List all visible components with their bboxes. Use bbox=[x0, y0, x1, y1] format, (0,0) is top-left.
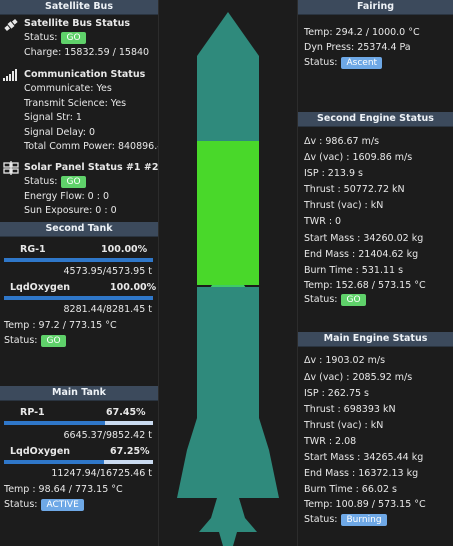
main-engine-burn-time: Burn Time : 66.02 s bbox=[304, 484, 397, 495]
satellite-bus-header: Satellite Bus bbox=[0, 0, 158, 15]
solar-status-row: Status: GO bbox=[24, 176, 86, 188]
signal-strength-value: Signal Str: 1 bbox=[24, 112, 82, 123]
solar-panel-icon bbox=[3, 161, 19, 178]
transmit-science-value: Transmit Science: Yes bbox=[24, 98, 127, 109]
main-engine-thrust-vac: Thrust (vac) : kN bbox=[304, 420, 384, 431]
satellite-bus-status-badge: GO bbox=[61, 32, 86, 44]
second-engine-header: Second Engine Status bbox=[298, 112, 453, 127]
second-engine-temp: Temp: 152.68 / 573.15 °C bbox=[304, 280, 426, 291]
satellite-bus-charge: Charge: 15832.59 / 15840 bbox=[24, 47, 150, 58]
second-engine-dv: Δv : 986.67 m/s bbox=[304, 136, 380, 147]
rocket-active-stage bbox=[197, 141, 259, 285]
rp1-fuel-bar bbox=[4, 421, 153, 425]
main-lqdoxygen-bar-fill bbox=[4, 460, 105, 464]
main-lqdoxygen-percent: 67.25% bbox=[110, 446, 150, 457]
rocket-bottom-nozzle bbox=[199, 498, 257, 532]
communication-status-title: Communication Status bbox=[24, 69, 146, 80]
second-lqdoxygen-label: LqdOxygen bbox=[10, 282, 71, 293]
rg1-percent: 100.00% bbox=[101, 244, 148, 255]
second-lqdoxygen-percent: 100.00% bbox=[110, 282, 157, 293]
fairing-status-badge: Ascent bbox=[341, 57, 383, 69]
second-engine-start-mass: Start Mass : 34260.02 kg bbox=[304, 233, 424, 244]
rocket-diagram bbox=[177, 12, 279, 546]
second-engine-status-badge: GO bbox=[341, 294, 366, 306]
fairing-temp: Temp: 294.2 / 1000.0 °C bbox=[304, 27, 420, 38]
main-engine-status-label: Status: bbox=[304, 514, 338, 525]
fairing-status-label: Status: bbox=[304, 57, 338, 68]
solar-status-label: Status: bbox=[24, 176, 58, 187]
rg1-fuel-bar-fill bbox=[4, 258, 153, 262]
main-engine-temp: Temp: 100.89 / 573.15 °C bbox=[304, 499, 426, 510]
right-column: Fairing Temp: 294.2 / 1000.0 °C Dyn Pres… bbox=[298, 0, 453, 546]
rocket-exhaust-tip bbox=[219, 532, 237, 546]
main-engine-status-badge: Burning bbox=[341, 514, 387, 526]
main-tank-status-badge: ACTIVE bbox=[41, 499, 84, 511]
main-engine-twr: TWR : 2.08 bbox=[304, 436, 357, 447]
second-lqdoxygen-bar bbox=[4, 296, 153, 300]
main-tank-status-label: Status: bbox=[4, 499, 38, 510]
second-engine-end-mass: End Mass : 21404.62 kg bbox=[304, 249, 419, 260]
signal-delay-value: Signal Delay: 0 bbox=[24, 127, 96, 138]
main-engine-isp: ISP : 262.75 s bbox=[304, 388, 370, 399]
rocket-lower-body bbox=[197, 287, 259, 418]
main-tank-temp: Temp : 98.64 / 773.15 °C bbox=[4, 484, 123, 495]
total-comm-power-value: Total Comm Power: 840896.42 bbox=[24, 141, 170, 152]
main-tank-status-row: Status: ACTIVE bbox=[4, 499, 84, 511]
main-tank-header: Main Tank bbox=[0, 386, 158, 401]
second-engine-status-label: Status: bbox=[304, 294, 338, 305]
main-lqdoxygen-label: LqdOxygen bbox=[10, 446, 71, 457]
second-lqdoxygen-amount: 8281.44/8281.45 t bbox=[63, 304, 152, 315]
rp1-amount: 6645.37/9852.42 t bbox=[63, 430, 152, 441]
main-lqdoxygen-amount: 11247.94/16725.46 t bbox=[51, 468, 152, 479]
main-engine-dv-vac: Δv (vac) : 2085.92 m/s bbox=[304, 372, 413, 383]
rg1-label: RG-1 bbox=[20, 244, 46, 255]
second-tank-status-label: Status: bbox=[4, 335, 38, 346]
left-column: Satellite Bus Satellite Bus Status Statu… bbox=[0, 0, 169, 546]
fairing-header: Fairing bbox=[298, 0, 453, 15]
rocket-upper-body bbox=[197, 56, 259, 141]
rp1-percent: 67.45% bbox=[106, 407, 146, 418]
rocket-view bbox=[158, 0, 298, 546]
solar-status-badge: GO bbox=[61, 176, 86, 188]
rg1-amount: 4573.95/4573.95 t bbox=[63, 266, 152, 277]
satellite-bus-status-title: Satellite Bus Status bbox=[24, 18, 131, 29]
second-engine-dv-vac: Δv (vac) : 1609.86 m/s bbox=[304, 152, 413, 163]
main-engine-start-mass: Start Mass : 34265.44 kg bbox=[304, 452, 424, 463]
sun-exposure-value: Sun Exposure: 0 : 0 bbox=[24, 205, 117, 216]
second-engine-isp: ISP : 213.9 s bbox=[304, 168, 363, 179]
second-engine-thrust-vac: Thrust (vac) : kN bbox=[304, 200, 384, 211]
main-engine-dv: Δv : 1903.02 m/s bbox=[304, 355, 386, 366]
satellite-bus-status-row: Status: GO bbox=[24, 32, 86, 44]
rocket-nose-cone bbox=[197, 12, 259, 56]
signal-bars-icon bbox=[3, 69, 17, 84]
fairing-status-row: Status: Ascent bbox=[304, 57, 383, 69]
main-engine-thrust: Thrust : 698393 kN bbox=[304, 404, 396, 415]
main-engine-header: Main Engine Status bbox=[298, 332, 453, 347]
communicate-value: Communicate: Yes bbox=[24, 83, 112, 94]
second-engine-status-row: Status: GO bbox=[304, 294, 366, 306]
main-lqdoxygen-bar bbox=[4, 460, 153, 464]
second-engine-twr: TWR : 0 bbox=[304, 216, 342, 227]
satellite-icon bbox=[3, 17, 19, 36]
fairing-dyn-press: Dyn Press: 25374.4 Pa bbox=[304, 42, 411, 53]
second-tank-temp: Temp : 97.2 / 773.15 °C bbox=[4, 320, 117, 331]
main-engine-end-mass: End Mass : 16372.13 kg bbox=[304, 468, 419, 479]
rg1-fuel-bar bbox=[4, 258, 153, 262]
second-tank-header: Second Tank bbox=[0, 222, 158, 237]
second-engine-burn-time: Burn Time : 531.11 s bbox=[304, 265, 404, 276]
second-tank-status-badge: GO bbox=[41, 335, 66, 347]
second-engine-thrust: Thrust : 50772.72 kN bbox=[304, 184, 405, 195]
satellite-bus-status-label: Status: bbox=[24, 32, 58, 43]
energy-flow-value: Energy Flow: 0 : 0 bbox=[24, 191, 109, 202]
second-tank-status-row: Status: GO bbox=[4, 335, 66, 347]
rocket-engine-bell bbox=[177, 418, 279, 498]
solar-panel-status-title: Solar Panel Status #1 #2 bbox=[24, 162, 159, 173]
rp1-fuel-bar-fill bbox=[4, 421, 105, 425]
main-engine-status-row: Status: Burning bbox=[304, 514, 387, 526]
second-lqdoxygen-bar-fill bbox=[4, 296, 153, 300]
rp1-label: RP-1 bbox=[20, 407, 45, 418]
